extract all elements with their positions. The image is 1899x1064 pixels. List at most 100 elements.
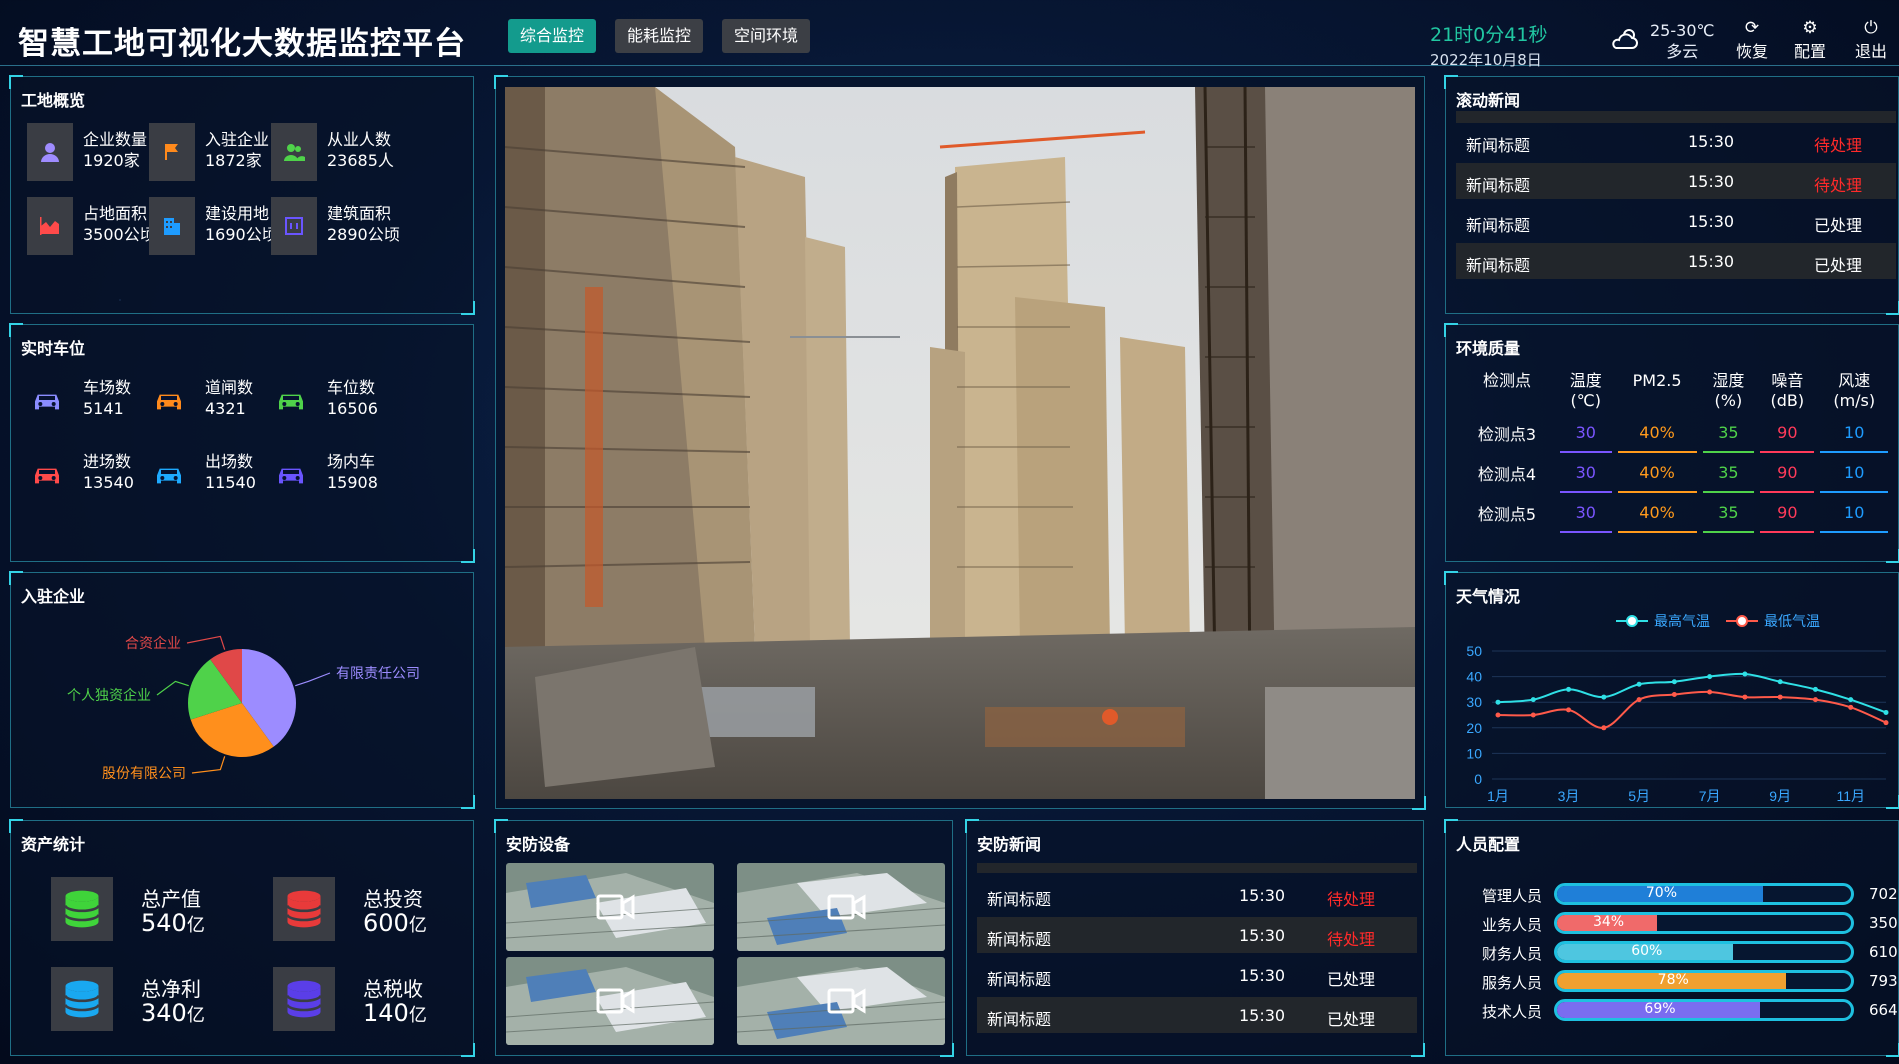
news-title: 新闻标题	[987, 890, 1052, 909]
news-title: 新闻标题	[1466, 216, 1531, 235]
env-cell: 90	[1760, 413, 1815, 453]
camera-3[interactable]	[506, 957, 714, 1045]
video-camera-icon	[827, 988, 866, 1014]
database-icon	[51, 877, 113, 941]
overview-item-label: 入驻企业	[205, 130, 270, 149]
env-cell: 10	[1820, 413, 1888, 453]
staff-percent: 34%	[1592, 914, 1625, 930]
y-tick-label: 30	[1466, 694, 1482, 710]
news-time: 15:30	[1239, 886, 1286, 905]
env-cell: 检测点3	[1477, 425, 1537, 444]
news-row[interactable]: 新闻标题 15:30 待处理	[1456, 123, 1896, 159]
news-row[interactable]: 新闻标题 15:30 待处理	[1456, 163, 1896, 199]
cloud-sun-icon	[1610, 26, 1642, 56]
tab-comprehensive-monitoring[interactable]: 综合监控	[508, 19, 597, 53]
asset-number: 140	[363, 999, 409, 1027]
tab-energy-monitoring[interactable]: 能耗监控	[615, 19, 704, 53]
panel-title: 安防新闻	[977, 835, 1042, 854]
overview-item: 建设用地 1690公顷	[149, 197, 289, 257]
pie-label: 合资企业	[125, 635, 181, 651]
news-row[interactable]: 新闻标题 15:30 已处理	[977, 957, 1417, 993]
y-tick-label: 0	[1474, 771, 1482, 787]
news-time: 15:30	[1688, 132, 1735, 151]
staff-panel: 人员配置 管理人员 70% 702 业务人员 34% 350 财务人员 60% 610 服务人员 7…	[1444, 819, 1899, 1057]
parking-item-text: 出场数 11540	[205, 451, 256, 493]
parking-item-value: 13540	[83, 473, 134, 492]
legend-marker	[1626, 615, 1638, 627]
weather-line-chart: 0 10 20 30 40 50 1月 3月 5月 7月 9月 11月 最高气温 最低气温	[1466, 613, 1889, 803]
overview-panel: 工地概览 企业数量 1920家 入驻企业 1872家 从业人数 23685人 占地面积 350…	[9, 75, 475, 315]
security-devices-panel: 安防设备	[494, 819, 954, 1057]
camera-2[interactable]	[737, 863, 945, 951]
news-row[interactable]: 新闻标题 15:30 待处理	[977, 877, 1417, 913]
x-tick-label: 7月	[1699, 788, 1721, 803]
news-title: 新闻标题	[1466, 176, 1531, 195]
pie-leader-line	[295, 672, 331, 687]
parking-item-text: 车位数 16506	[327, 377, 378, 419]
camera-4[interactable]	[737, 957, 945, 1045]
series-point	[1848, 697, 1854, 703]
main-tabs: 综合监控 能耗监控 空间环境	[508, 19, 811, 53]
env-cell: 30	[1559, 453, 1612, 493]
series-point	[1601, 725, 1607, 731]
env-header-cell: PM2.5	[1618, 369, 1697, 413]
staff-value: 664	[1869, 1001, 1898, 1019]
series-point	[1671, 692, 1677, 698]
legend-marker	[1736, 615, 1748, 627]
news-title: 新闻标题	[987, 930, 1052, 949]
overview-item: 入驻企业 1872家	[149, 123, 289, 183]
camera-1[interactable]	[506, 863, 714, 951]
gear-icon: ⚙	[1802, 18, 1818, 38]
news-row[interactable]: 新闻标题 15:30 已处理	[977, 997, 1417, 1033]
parking-item-text: 进场数 13540	[83, 451, 134, 493]
overview-item-value: 1690公顷	[205, 225, 278, 244]
video-camera-icon	[596, 894, 635, 920]
news-status: 待处理	[1814, 176, 1863, 195]
news-row[interactable]: 新闻标题 15:30 已处理	[1456, 243, 1896, 279]
asset-unit: 亿	[408, 1005, 427, 1026]
parking-item-value: 16506	[327, 399, 378, 418]
asset-unit: 亿	[186, 1005, 205, 1026]
overview-item-text: 占地面积 3500公顷	[83, 203, 156, 245]
staff-progress-bar: 34%	[1554, 912, 1854, 934]
env-cell: 40%	[1617, 453, 1697, 493]
asset-label: 总净利	[141, 977, 201, 1001]
staff-percent: 70%	[1645, 885, 1678, 901]
env-header-cell: 湿度 (%)	[1703, 369, 1755, 413]
parking-item-label: 场内车	[327, 452, 376, 471]
env-cell: 90	[1760, 453, 1815, 493]
staff-label: 业务人员	[1482, 916, 1543, 934]
parking-item-label: 车位数	[327, 378, 376, 397]
parking-item-label: 车场数	[83, 378, 132, 397]
x-tick-label: 1月	[1487, 788, 1509, 803]
logout-button[interactable]: ⏻ 退出	[1855, 18, 1887, 62]
staff-value: 702	[1869, 885, 1898, 903]
tab-space-environment[interactable]: 空间环境	[722, 19, 811, 53]
logout-label: 退出	[1855, 42, 1888, 61]
pie-leader-line	[156, 680, 189, 696]
restore-button[interactable]: ⟳ 恢复	[1736, 18, 1768, 62]
staff-row: 管理人员 70% 702	[1482, 883, 1899, 907]
parking-item-value: 11540	[205, 473, 256, 492]
env-cell: 检测点4	[1477, 465, 1537, 484]
news-row[interactable]: 新闻标题 15:30 已处理	[1456, 203, 1896, 239]
series-point	[1495, 712, 1501, 718]
parking-item-text: 道闸数 4321	[205, 377, 253, 419]
parking-item-label: 出场数	[205, 452, 254, 471]
parking-item: 车位数 16506	[271, 371, 411, 431]
asset-label: 总投资	[363, 887, 423, 911]
config-button[interactable]: ⚙ 配置	[1794, 18, 1826, 62]
series-point	[1883, 709, 1889, 715]
overview-item-value: 1872家	[205, 151, 262, 170]
series-point	[1566, 686, 1572, 692]
series-point	[1707, 674, 1713, 680]
news-row[interactable]: 新闻标题 15:30 待处理	[977, 917, 1417, 953]
news-time: 15:30	[1688, 212, 1735, 231]
news-title: 新闻标题	[987, 1010, 1052, 1029]
env-header-cell: 检测点	[1460, 369, 1554, 413]
database-icon	[273, 967, 335, 1031]
env-cell: 35	[1702, 413, 1755, 453]
series-point	[1671, 679, 1677, 685]
panel-title: 滚动新闻	[1456, 91, 1521, 110]
security-news-panel: 安防新闻 新闻标题 15:30 待处理 新闻标题 15:30 待处理 新闻标题 15:30 已处…	[965, 819, 1425, 1057]
